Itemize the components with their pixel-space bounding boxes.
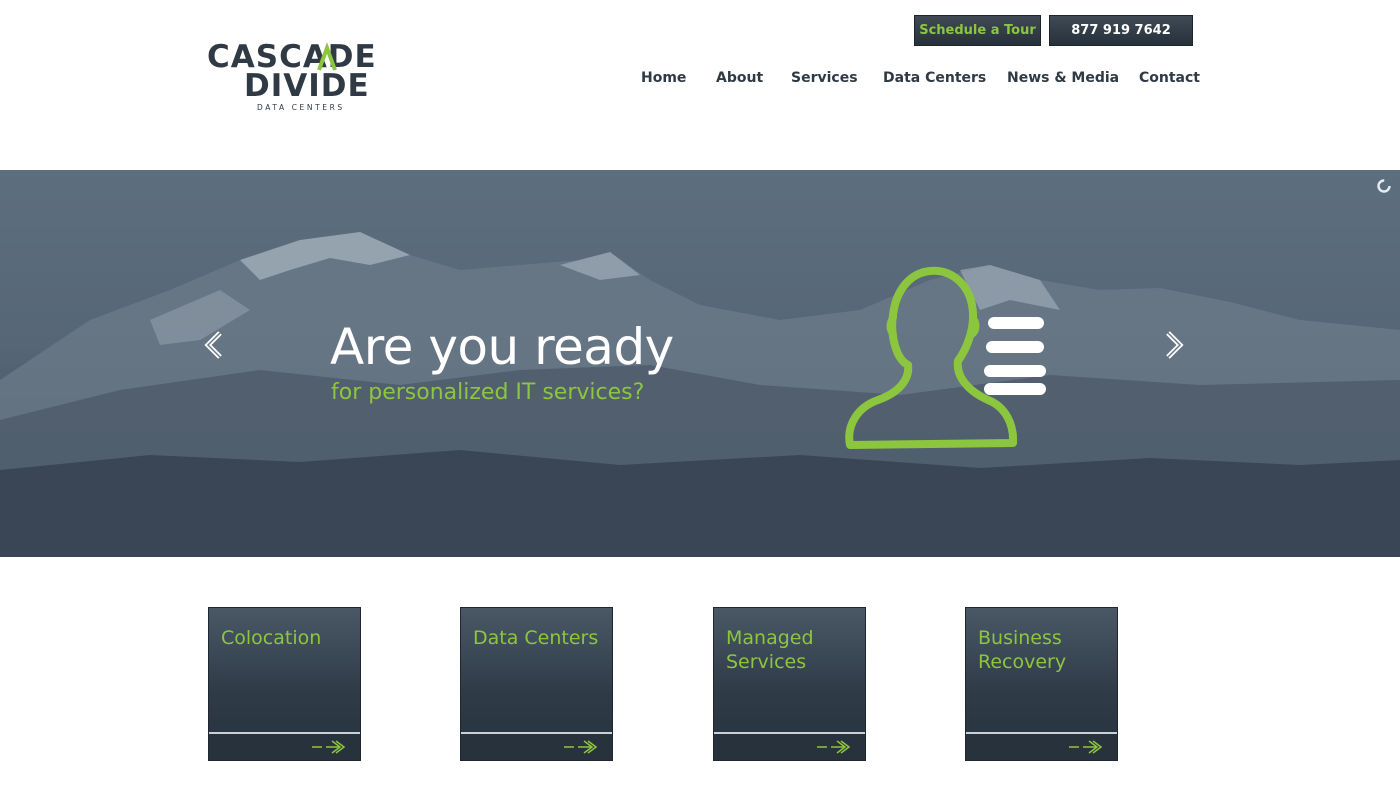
service-card-managed-services[interactable]: Managed Services (713, 607, 866, 761)
spinner-icon (1377, 179, 1391, 193)
chevron-left-icon[interactable] (200, 325, 230, 365)
hero-slider: Are you ready for personalized IT servic… (0, 170, 1400, 557)
card-title: Data Centers (473, 627, 599, 649)
nav-item-about[interactable]: About (716, 70, 763, 86)
arrow-right-icon (817, 740, 851, 754)
card-footer (209, 732, 360, 760)
nav-item-home[interactable]: Home (641, 70, 686, 86)
arrow-right-icon (564, 740, 598, 754)
service-card-business-recovery[interactable]: Business Recovery (965, 607, 1118, 761)
hero-subtitle: for personalized IT services? (331, 380, 645, 405)
hero-title: Are you ready (330, 318, 674, 376)
card-title: Colocation (221, 627, 322, 649)
person-list-icon (845, 266, 1046, 449)
nav-item-services[interactable]: Services (791, 70, 858, 86)
card-footer (461, 732, 612, 760)
service-card-data-centers[interactable]: Data Centers (460, 607, 613, 761)
main-nav: Home About Services Data Centers News & … (0, 70, 1200, 90)
card-footer (714, 732, 865, 760)
card-title: Managed Services (726, 627, 814, 673)
nav-item-data-centers[interactable]: Data Centers (883, 70, 986, 86)
nav-item-contact[interactable]: Contact (1139, 70, 1200, 86)
card-footer (966, 732, 1117, 760)
chevron-right-icon[interactable] (1158, 325, 1188, 365)
arrow-right-icon (312, 740, 346, 754)
card-title: Business Recovery (978, 627, 1067, 673)
site-header: CASCADE DIVIDE DATA CENTERS Schedule a T… (0, 0, 1400, 170)
nav-item-news-media[interactable]: News & Media (1007, 70, 1119, 86)
phone-button[interactable]: 877 919 7642 (1049, 15, 1193, 46)
service-card-colocation[interactable]: Colocation (208, 607, 361, 761)
schedule-tour-button[interactable]: Schedule a Tour (914, 15, 1041, 46)
arrow-right-icon (1069, 740, 1103, 754)
